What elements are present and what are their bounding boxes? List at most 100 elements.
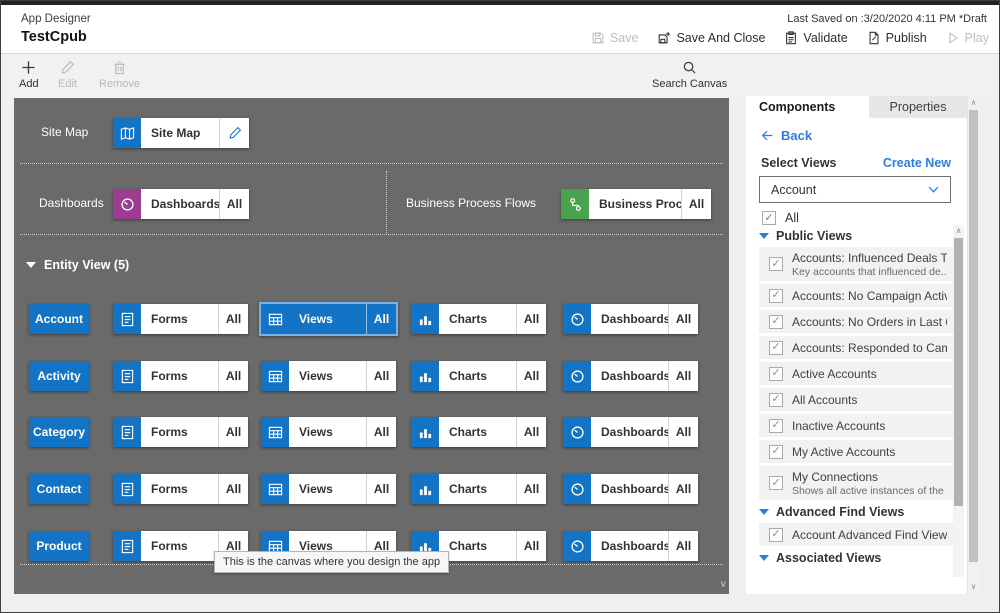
create-new-link[interactable]: Create New <box>883 156 951 170</box>
view-checkbox[interactable] <box>769 419 783 433</box>
add-button[interactable]: Add <box>19 60 39 90</box>
tile-all-badge[interactable]: All <box>366 417 396 447</box>
tile-all-badge[interactable]: All <box>516 474 546 504</box>
grid-icon <box>261 304 289 334</box>
entity-dropdown[interactable]: Account <box>759 176 951 203</box>
tile-all-badge[interactable]: All <box>668 361 698 391</box>
select-all-row[interactable]: All <box>762 211 799 225</box>
view-checkbox[interactable] <box>769 257 783 271</box>
entity-button-account[interactable]: Account <box>29 304 89 334</box>
panel-scrollbar-thumb[interactable] <box>969 110 978 562</box>
tile-contact-views[interactable]: ViewsAll <box>261 474 396 504</box>
view-checkbox[interactable] <box>769 315 783 329</box>
section-header-associated-views[interactable]: Associated Views <box>759 549 953 567</box>
view-list-item[interactable]: Accounts: No Orders in Last 6 ... <box>759 310 953 333</box>
tile-activity-forms[interactable]: FormsAll <box>113 361 248 391</box>
bpf-all-badge[interactable]: All <box>681 189 711 219</box>
list-scrollbar[interactable]: ∧ <box>953 225 964 577</box>
publish-button[interactable]: Publish <box>867 31 927 45</box>
tile-all-badge[interactable]: All <box>366 474 396 504</box>
section-header-public-views[interactable]: Public Views <box>759 227 953 245</box>
panel-scrollbar[interactable]: ∧ ∨ <box>967 96 979 594</box>
entity-button-product[interactable]: Product <box>29 531 89 561</box>
tile-account-views[interactable]: ViewsAll <box>259 302 398 336</box>
view-checkbox[interactable] <box>769 445 783 459</box>
entity-button-activity[interactable]: Activity <box>29 361 89 391</box>
tile-all-badge[interactable]: All <box>668 304 698 334</box>
tile-category-dashboards[interactable]: DashboardsAll <box>563 417 698 447</box>
tile-activity-dashboards[interactable]: DashboardsAll <box>563 361 698 391</box>
gauge-icon <box>563 304 591 334</box>
view-list-item[interactable]: Inactive Accounts <box>759 414 953 437</box>
tile-title: Dashboards <box>591 304 668 334</box>
validate-button[interactable]: Validate <box>784 31 847 45</box>
entity-button-contact[interactable]: Contact <box>29 474 89 504</box>
tile-product-dashboards[interactable]: DashboardsAll <box>563 531 698 561</box>
view-checkbox[interactable] <box>769 341 783 355</box>
tile-activity-views[interactable]: ViewsAll <box>261 361 396 391</box>
chevron-down-icon[interactable]: ∨ <box>720 579 727 590</box>
dashboards-tile[interactable]: Dashboards All <box>113 189 249 219</box>
tile-all-badge[interactable]: All <box>366 361 396 391</box>
tile-category-views[interactable]: ViewsAll <box>261 417 396 447</box>
tile-category-forms[interactable]: FormsAll <box>113 417 248 447</box>
view-checkbox[interactable] <box>769 289 783 303</box>
entity-button-category[interactable]: Category <box>29 417 89 447</box>
scroll-up-icon[interactable]: ∧ <box>953 225 964 237</box>
tile-all-badge[interactable]: All <box>516 361 546 391</box>
section-header-advanced-find-views[interactable]: Advanced Find Views <box>759 503 953 521</box>
tile-contact-charts[interactable]: ChartsAll <box>411 474 546 504</box>
view-item-title: Inactive Accounts <box>792 419 885 433</box>
view-list-item[interactable]: Accounts: Responded to Campa... <box>759 336 953 359</box>
tile-all-badge[interactable]: All <box>668 531 698 561</box>
search-canvas-button[interactable]: Search Canvas <box>652 60 727 90</box>
site-map-section-label: Site Map <box>41 125 88 139</box>
view-checkbox[interactable] <box>769 393 783 407</box>
tile-all-badge[interactable]: All <box>218 304 248 334</box>
tile-account-forms[interactable]: FormsAll <box>113 304 248 334</box>
tile-all-badge[interactable]: All <box>218 361 248 391</box>
tab-components[interactable]: Components <box>746 96 869 118</box>
tile-all-badge[interactable]: All <box>366 304 396 334</box>
back-button[interactable]: Back <box>761 128 812 143</box>
tile-all-badge[interactable]: All <box>516 304 546 334</box>
tile-all-badge[interactable]: All <box>668 417 698 447</box>
view-checkbox[interactable] <box>769 476 783 490</box>
tile-all-badge[interactable]: All <box>516 531 546 561</box>
tile-contact-dashboards[interactable]: DashboardsAll <box>563 474 698 504</box>
scroll-up-icon[interactable]: ∧ <box>968 97 979 109</box>
edit-site-map-button[interactable] <box>219 118 249 148</box>
list-scrollbar-thumb[interactable] <box>954 238 963 506</box>
bpf-tile[interactable]: Business Proces... All <box>561 189 711 219</box>
view-list-item[interactable]: My ConnectionsShows all active instances… <box>759 466 953 500</box>
site-map-tile[interactable]: Site Map <box>113 118 249 148</box>
tile-account-charts[interactable]: ChartsAll <box>411 304 546 334</box>
tile-all-badge[interactable]: All <box>218 417 248 447</box>
view-checkbox[interactable] <box>769 528 783 542</box>
view-list-item[interactable]: All Accounts <box>759 388 953 411</box>
tile-contact-forms[interactable]: FormsAll <box>113 474 248 504</box>
select-all-checkbox[interactable] <box>762 211 776 225</box>
view-list-item[interactable]: My Active Accounts <box>759 440 953 463</box>
entity-view-header[interactable]: Entity View (5) <box>26 258 129 272</box>
tile-all-badge[interactable]: All <box>218 474 248 504</box>
scroll-down-icon[interactable]: ∨ <box>968 581 979 593</box>
view-list-item[interactable]: Accounts: Influenced Deals Tha...Key acc… <box>759 247 953 281</box>
view-list-item[interactable]: Accounts: No Campaign Activiti... <box>759 284 953 307</box>
view-checkbox[interactable] <box>769 367 783 381</box>
tile-all-badge[interactable]: All <box>516 417 546 447</box>
chart-icon <box>411 304 439 334</box>
save-and-close-button[interactable]: Save And Close <box>657 31 765 45</box>
design-canvas[interactable]: Site Map Site Map Dashboards Dashboards … <box>14 98 729 594</box>
tile-title: Views <box>289 361 366 391</box>
tile-category-charts[interactable]: ChartsAll <box>411 417 546 447</box>
dashboards-all-badge[interactable]: All <box>219 189 249 219</box>
tile-all-badge[interactable]: All <box>668 474 698 504</box>
view-list-item[interactable]: Account Advanced Find View <box>759 523 953 546</box>
view-list-item[interactable]: Active Accounts <box>759 362 953 385</box>
tab-properties[interactable]: Properties <box>869 96 967 118</box>
tile-activity-charts[interactable]: ChartsAll <box>411 361 546 391</box>
tile-account-dashboards[interactable]: DashboardsAll <box>563 304 698 334</box>
view-item-title: Account Advanced Find View <box>792 528 947 542</box>
tile-title: Views <box>289 474 366 504</box>
